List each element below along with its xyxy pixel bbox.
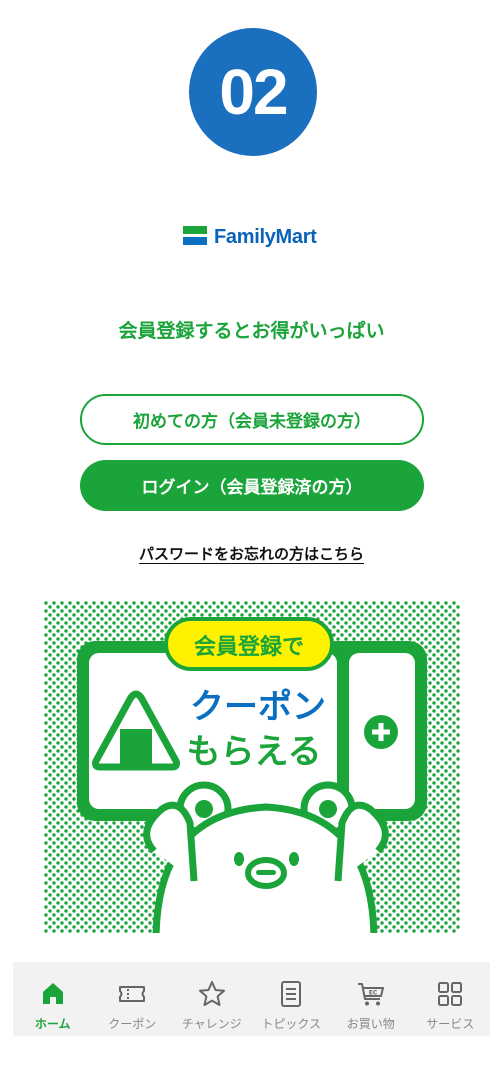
document-icon (281, 981, 302, 1007)
bottom-tab-bar: ホーム クーポン チャレンジ トピックス EC お買い物 サービス (13, 962, 490, 1036)
tab-topics-label: トピックス (261, 1017, 322, 1031)
tab-home[interactable]: ホーム (13, 962, 93, 1036)
tab-home-label: ホーム (34, 1017, 71, 1031)
new-member-button[interactable]: 初めての方（会員未登録の方） (80, 394, 424, 445)
banner-badge-text: 会員登録で (194, 634, 304, 660)
step-number-badge: 02 (189, 28, 317, 156)
tagline: 会員登録するとお得がいっぱい (118, 320, 385, 342)
familymart-logo: FamilyMart (183, 225, 317, 249)
tab-coupon-label: クーポン (108, 1017, 157, 1031)
tab-challenge[interactable]: チャレンジ (172, 962, 252, 1036)
coupon-banner[interactable]: 会員登録で クーポン もらえる (44, 601, 460, 933)
bear-mascot (143, 781, 389, 933)
home-icon (42, 983, 63, 1004)
step-number: 02 (219, 56, 288, 128)
familymart-logo-mark (183, 226, 207, 248)
tab-services-label: サービス (426, 1017, 475, 1031)
tab-shopping[interactable]: EC お買い物 (331, 962, 411, 1036)
svg-text:EC: EC (368, 990, 377, 997)
forgot-password-link[interactable]: パスワードをお忘れの方はこちら (139, 545, 364, 563)
new-member-button-label: 初めての方（会員未登録の方） (133, 412, 371, 432)
banner-line2: もらえる (187, 732, 322, 772)
tab-topics[interactable]: トピックス (252, 962, 332, 1036)
star-icon (198, 981, 225, 1006)
ec-cart-icon: EC (357, 983, 384, 1006)
tab-shopping-label: お買い物 (346, 1017, 395, 1031)
login-button-label: ログイン（会員登録済の方） (141, 478, 363, 498)
coupon-icon (119, 986, 146, 1002)
tab-services[interactable]: サービス (411, 962, 491, 1036)
login-button[interactable]: ログイン（会員登録済の方） (80, 460, 424, 511)
grid-icon (438, 982, 463, 1006)
banner-line1: クーポン (190, 687, 326, 727)
tab-coupon[interactable]: クーポン (93, 962, 173, 1036)
forgot-password-link-row: パスワードをお忘れの方はこちら (0, 543, 503, 564)
logo-text: FamilyMart (214, 225, 317, 248)
tab-challenge-label: チャレンジ (181, 1017, 242, 1031)
